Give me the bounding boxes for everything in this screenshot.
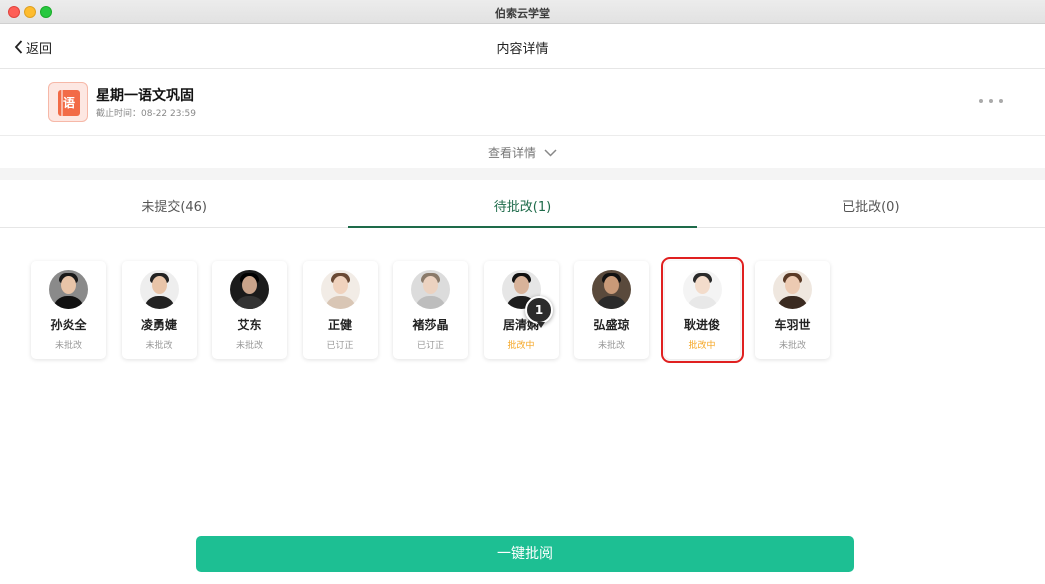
page-title: 内容详情 (496, 42, 549, 57)
student-name: 凌勇婕 (140, 318, 177, 332)
window-title: 伯索云学堂 (495, 7, 550, 20)
student-card[interactable]: 弘盛琼 未批改 (574, 261, 649, 359)
student-status: 批改中 (507, 341, 535, 351)
student-list: 孙炎全 未批改 凌勇婕 未批改 艾东 未批改 正健 已订正 褚莎晶 已订正 居清… (31, 257, 846, 363)
student-name: 车羽世 (774, 318, 811, 332)
avatar (592, 270, 631, 309)
student-status: 未批改 (235, 341, 263, 351)
student-name: 褚莎晶 (412, 318, 449, 332)
one-click-review-button[interactable]: 一键批阅 (196, 536, 854, 572)
student-name: 正健 (327, 318, 352, 332)
status-tabs: 未提交(46) 待批改(1) 已批改(0) (0, 180, 1045, 228)
back-label: 返回 (26, 41, 53, 57)
student-card[interactable]: 凌勇婕 未批改 (121, 261, 197, 359)
chevron-left-icon (14, 40, 23, 54)
student-status: 未批改 (778, 341, 806, 351)
student-card[interactable]: 耿进俊 批改中 (660, 257, 744, 363)
book-icon-char: 语 (58, 90, 80, 116)
student-status: 未批改 (597, 341, 625, 351)
student-card[interactable]: 艾东 未批改 (212, 261, 287, 359)
window-titlebar: 伯索云学堂 (0, 0, 1045, 24)
student-status: 未批改 (145, 341, 173, 351)
task-deadline: 截止时间：08-22 23:59 (96, 109, 196, 119)
tab-not-submitted[interactable]: 未提交(46) (0, 180, 348, 227)
student-status: 未批改 (54, 341, 82, 351)
student-name: 弘盛琼 (593, 318, 630, 332)
details-row: 查看详情 (0, 135, 1045, 168)
student-card[interactable]: 孙炎全 未批改 (31, 261, 106, 359)
student-card[interactable]: 褚莎晶 已订正 (393, 261, 468, 359)
avatar (682, 270, 722, 309)
view-details-button[interactable]: 查看详情 (488, 144, 557, 161)
student-card[interactable]: 车羽世 未批改 (755, 261, 830, 359)
student-name: 耿进俊 (683, 318, 720, 332)
cursor-step-badge: 1 (525, 296, 553, 328)
avatar (139, 270, 179, 309)
section-divider (0, 168, 1045, 180)
student-name: 艾东 (237, 318, 262, 332)
task-header: 语 星期一语文巩固 截止时间：08-22 23:59 (0, 69, 1045, 135)
more-options-icon[interactable] (979, 93, 1003, 109)
avatar (773, 270, 812, 309)
task-name: 星期一语文巩固 (96, 88, 194, 104)
student-name: 孙炎全 (50, 318, 87, 332)
student-status: 批改中 (688, 341, 716, 351)
student-card[interactable]: 正健 已订正 (302, 261, 378, 359)
navbar: 返回 内容详情 (0, 24, 1045, 69)
tab-pending-review[interactable]: 待批改(1) (348, 180, 697, 228)
view-details-label: 查看详情 (487, 146, 536, 160)
tab-reviewed[interactable]: 已批改(0) (697, 180, 1045, 227)
avatar (230, 270, 269, 309)
avatar (320, 270, 360, 309)
student-status: 已订正 (326, 341, 354, 351)
back-button[interactable]: 返回 (14, 37, 52, 57)
avatar (411, 270, 450, 309)
chevron-down-icon (544, 148, 557, 157)
chinese-book-icon: 语 (48, 82, 88, 122)
avatar (49, 270, 88, 309)
student-status: 已订正 (416, 341, 444, 351)
